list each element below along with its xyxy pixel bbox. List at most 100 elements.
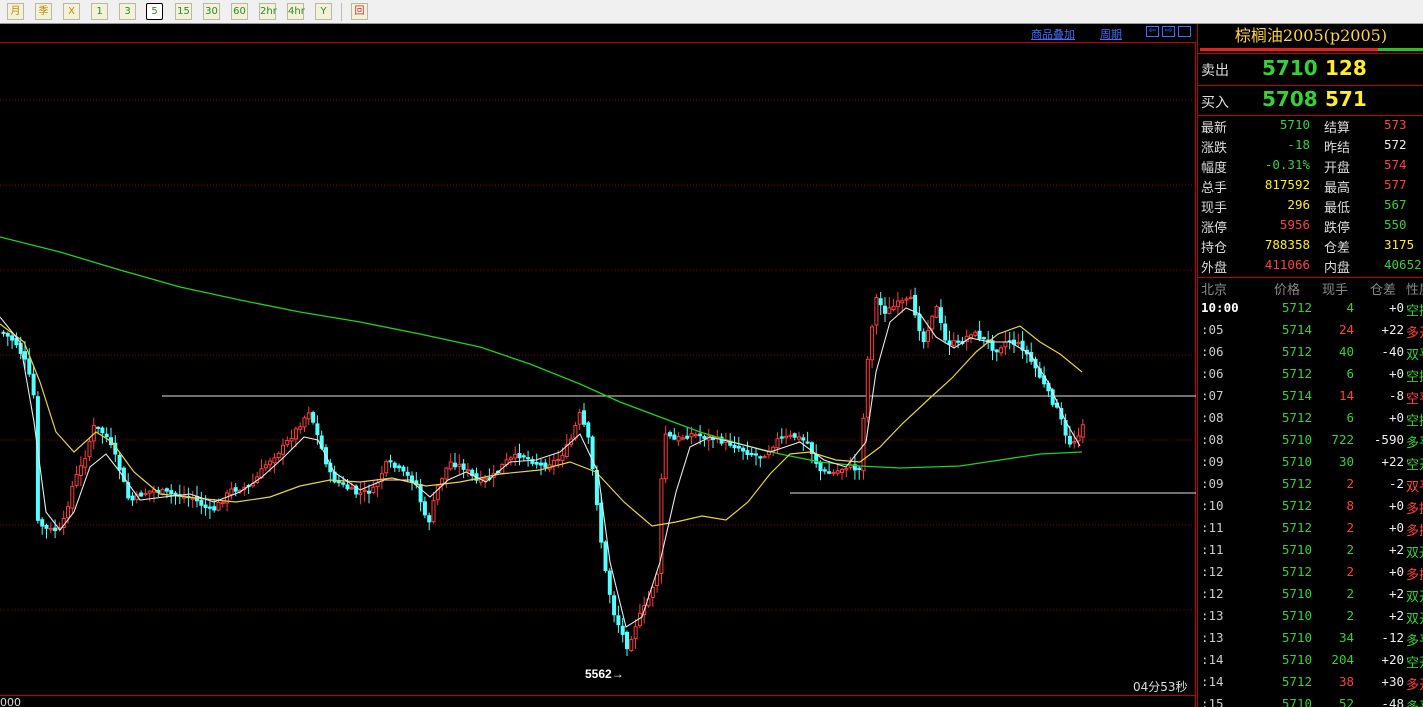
trades-header-time: 北京: [1201, 283, 1228, 298]
candle-body: [78, 465, 83, 476]
period-4hr-button[interactable]: 4hr: [287, 3, 305, 20]
candle-body: [130, 495, 135, 501]
trade-nature: 多平: [1406, 436, 1423, 451]
trade-nature: 双开: [1406, 590, 1423, 605]
period-quarter-button[interactable]: 季: [35, 3, 52, 20]
candle-body: [100, 427, 105, 434]
trade-volume: 34: [1338, 630, 1354, 645]
instrument-title: 棕榈油2005(p2005): [1234, 26, 1388, 45]
stat-value: 567: [1384, 197, 1407, 212]
period-link[interactable]: 周期: [1100, 26, 1122, 42]
candle-body: [53, 527, 58, 532]
period-x-button[interactable]: X: [63, 3, 80, 20]
layout-icon[interactable]: [1178, 26, 1191, 37]
title-bar-red: [1200, 48, 1378, 51]
trade-oi-change: +30: [1381, 674, 1404, 689]
stat-label: 持仓: [1201, 241, 1228, 256]
candle-body: [827, 471, 832, 474]
period-30-button[interactable]: 30: [203, 3, 220, 20]
trade-time: :06: [1201, 366, 1224, 381]
stats-row: 总手 817592 最高 577: [1198, 177, 1423, 197]
candle-body: [878, 298, 883, 306]
candle-body: [1080, 424, 1085, 438]
candle-body: [293, 428, 298, 440]
stat-value: 5710: [1279, 117, 1310, 132]
trades-header-vol: 现手: [1322, 283, 1349, 298]
period-5-button[interactable]: 5: [146, 3, 163, 20]
candle-body: [521, 455, 526, 458]
period-2hr-button[interactable]: 2hr: [259, 3, 277, 20]
stat-value: 573: [1384, 117, 1407, 132]
trades-header-price: 价格: [1274, 283, 1301, 298]
trade-row: :15 5710 52 -48多平: [1198, 696, 1423, 707]
candle-body: [362, 489, 367, 492]
candle-body: [857, 467, 862, 470]
zoom-in-icon[interactable]: ⇨: [1162, 26, 1175, 37]
trade-time: :09: [1201, 476, 1224, 491]
candle-body: [453, 462, 457, 468]
period-y-button[interactable]: Y: [315, 3, 332, 20]
trade-price: 5712: [1281, 674, 1312, 689]
trade-nature: 多换: [1406, 502, 1423, 517]
overlay-instrument-link[interactable]: 商品叠加: [1031, 26, 1075, 42]
candle-body: [801, 437, 806, 441]
period-60-button[interactable]: 60: [231, 3, 248, 20]
stats-row: 最新 5710 结算 573: [1198, 117, 1423, 137]
trade-time: :06: [1201, 344, 1224, 359]
trade-nature: 多平: [1406, 634, 1423, 649]
candle-body: [762, 456, 767, 459]
draw-tool-button[interactable]: 回: [351, 3, 368, 20]
zoom-out-icon[interactable]: ⇦: [1146, 26, 1159, 37]
trade-row: :06 5712 6 +0空换: [1198, 366, 1423, 388]
period-month-button[interactable]: 月: [7, 3, 24, 20]
stat-value: 574: [1384, 157, 1407, 172]
trade-price: 5710: [1281, 652, 1312, 667]
candle-body: [951, 340, 956, 346]
candle-body: [139, 492, 144, 497]
trade-nature: 多开: [1406, 326, 1423, 341]
trade-row: :10 5712 8 +0多换: [1198, 498, 1423, 520]
period-1-button[interactable]: 1: [91, 3, 108, 20]
candle-body: [556, 458, 561, 462]
trades-header: 北京 价格 现手 仓差 性质: [1198, 279, 1423, 299]
trade-price: 5710: [1281, 432, 1312, 447]
candle-body: [895, 300, 900, 308]
candle-body: [508, 457, 513, 461]
trade-row: :12 5712 2 +0多换: [1198, 564, 1423, 586]
candle-body: [397, 465, 402, 469]
candle-body: [835, 470, 840, 474]
candle-body: [517, 453, 522, 459]
candle-body: [1016, 341, 1021, 345]
stat-value: 817592: [1264, 177, 1310, 192]
candle-body: [732, 444, 737, 449]
trade-volume: 2: [1346, 520, 1354, 535]
candle-body: [203, 504, 208, 509]
candle-body: [66, 506, 70, 519]
candle-body: [311, 412, 316, 423]
stat-label: 最新: [1201, 121, 1228, 136]
stat-value: 5956: [1279, 217, 1310, 232]
candle-body: [306, 412, 311, 420]
buy-label: 买入: [1201, 95, 1229, 111]
candle-body: [788, 434, 793, 437]
candle-body: [805, 441, 810, 444]
trade-row: :13 5710 34 -12多平: [1198, 630, 1423, 652]
candle-body: [792, 433, 797, 438]
period-15-button[interactable]: 15: [175, 3, 192, 20]
trade-price: 5712: [1281, 564, 1312, 579]
period-toolbar: 月季 X 1 3 5 15 30 60 2hr 4hr Y 回: [0, 0, 1423, 24]
trade-row: :05 5714 24 +22多开: [1198, 322, 1423, 344]
period-3-button[interactable]: 3: [119, 3, 136, 20]
stat-label: 最高: [1324, 181, 1351, 196]
buy-price: 5708: [1262, 87, 1318, 111]
trade-volume: 2: [1346, 542, 1354, 557]
trade-row: :14 5710 204 +20空开: [1198, 652, 1423, 674]
candle-body: [689, 433, 694, 438]
trade-price: 5714: [1281, 388, 1312, 403]
trade-nature: 多换: [1406, 524, 1423, 539]
candle-body: [465, 469, 470, 472]
candle-body: [345, 484, 350, 490]
candlestick-chart[interactable]: 5562→ 04分53秒 000: [0, 42, 1196, 707]
candle-body: [874, 296, 879, 326]
trade-nature: 双开: [1406, 612, 1423, 627]
